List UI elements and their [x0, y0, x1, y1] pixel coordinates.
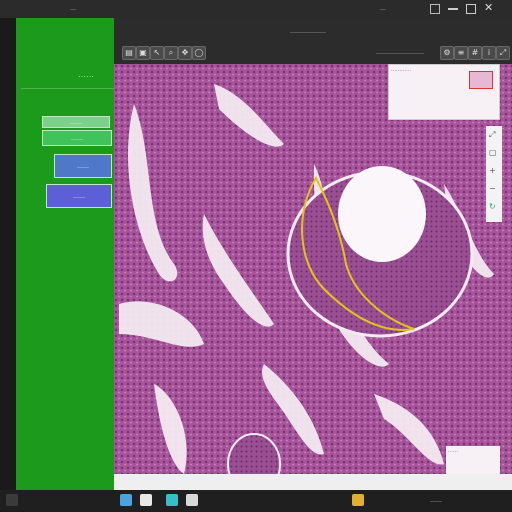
- zoom-out-icon[interactable]: −: [489, 184, 496, 193]
- settings-icon[interactable]: [352, 494, 364, 506]
- close-icon[interactable]: ✕: [484, 2, 493, 14]
- viewer-window: ▤ ▣ ↖ ⌕ ✥ ◯ ……………… …………………… ⚙ ≡ # i ⤢ ………: [114, 18, 512, 494]
- expand-icon[interactable]: ⤢: [489, 130, 495, 140]
- save-icon[interactable]: ▣: [136, 46, 150, 60]
- overview-panel[interactable]: …………: [388, 64, 500, 120]
- cursor-icon[interactable]: ↖: [150, 46, 164, 60]
- overview-thumb: [469, 71, 493, 89]
- pan-icon[interactable]: ✥: [178, 46, 192, 60]
- rotate-icon[interactable]: ↻: [489, 202, 496, 211]
- toolbar-right-text: ……………………: [376, 49, 424, 56]
- side-panel-button-1-label: ……: [70, 118, 82, 126]
- explorer-icon[interactable]: [120, 494, 132, 506]
- scale-bar-text: ……: [448, 448, 458, 454]
- zoom-in-icon[interactable]: +: [489, 166, 496, 175]
- side-panel-button-1[interactable]: ……: [42, 116, 110, 128]
- side-panel-heading: ……: [78, 70, 94, 79]
- top-bar-left-text: …: [70, 5, 76, 12]
- scale-bar-panel: ……: [446, 446, 500, 476]
- side-panel-button-2[interactable]: ……: [42, 130, 112, 146]
- side-panel-button-4-label: ……: [73, 192, 85, 200]
- start-icon[interactable]: [6, 494, 18, 506]
- shape-icon[interactable]: ◯: [192, 46, 206, 60]
- maximize-icon[interactable]: [466, 4, 476, 14]
- viewer-status-strip: [114, 474, 512, 490]
- side-panel-path: ………………………………………………: [21, 84, 129, 91]
- top-bar-right-text: …: [380, 5, 386, 12]
- viewer-side-toolbar: ⤢ ▢ + − ↻: [486, 126, 502, 222]
- expand-icon[interactable]: ⤢: [496, 46, 510, 60]
- zoom-icon[interactable]: ⌕: [164, 46, 178, 60]
- minimize-icon[interactable]: [448, 8, 458, 10]
- side-panel-button-2-label: ……: [71, 134, 83, 142]
- settings-icon[interactable]: ⚙: [440, 46, 454, 60]
- side-panel-button-3[interactable]: ……: [54, 154, 112, 178]
- info-icon[interactable]: i: [482, 46, 496, 60]
- folder-icon[interactable]: ▤: [122, 46, 136, 60]
- browser-icon[interactable]: [140, 494, 152, 506]
- terminal-icon[interactable]: [166, 494, 178, 506]
- tray-text: ……: [430, 497, 442, 504]
- tissue-image: [114, 64, 512, 494]
- top-bar: … … ✕: [0, 0, 512, 18]
- fit-icon[interactable]: ▢: [489, 148, 497, 157]
- side-panel: …… ……………………………………………… …… …… …… ……: [16, 18, 129, 490]
- side-panel-button-4[interactable]: ……: [46, 184, 112, 208]
- taskbar: ……: [0, 490, 512, 512]
- side-panel-button-3-label: ……: [77, 162, 89, 170]
- toolbar: ▤ ▣ ↖ ⌕ ✥ ◯ ……………… …………………… ⚙ ≡ # i ⤢: [114, 18, 512, 64]
- window-icon[interactable]: [430, 4, 440, 14]
- layers-icon[interactable]: ≡: [454, 46, 468, 60]
- viewer-icon[interactable]: [186, 494, 198, 506]
- grid-icon[interactable]: #: [468, 46, 482, 60]
- image-viewer[interactable]: ………… ⤢ ▢ + − ↻ ……: [114, 64, 512, 494]
- toolbar-center-text: ………………: [290, 28, 326, 35]
- overview-panel-text: …………: [391, 67, 411, 73]
